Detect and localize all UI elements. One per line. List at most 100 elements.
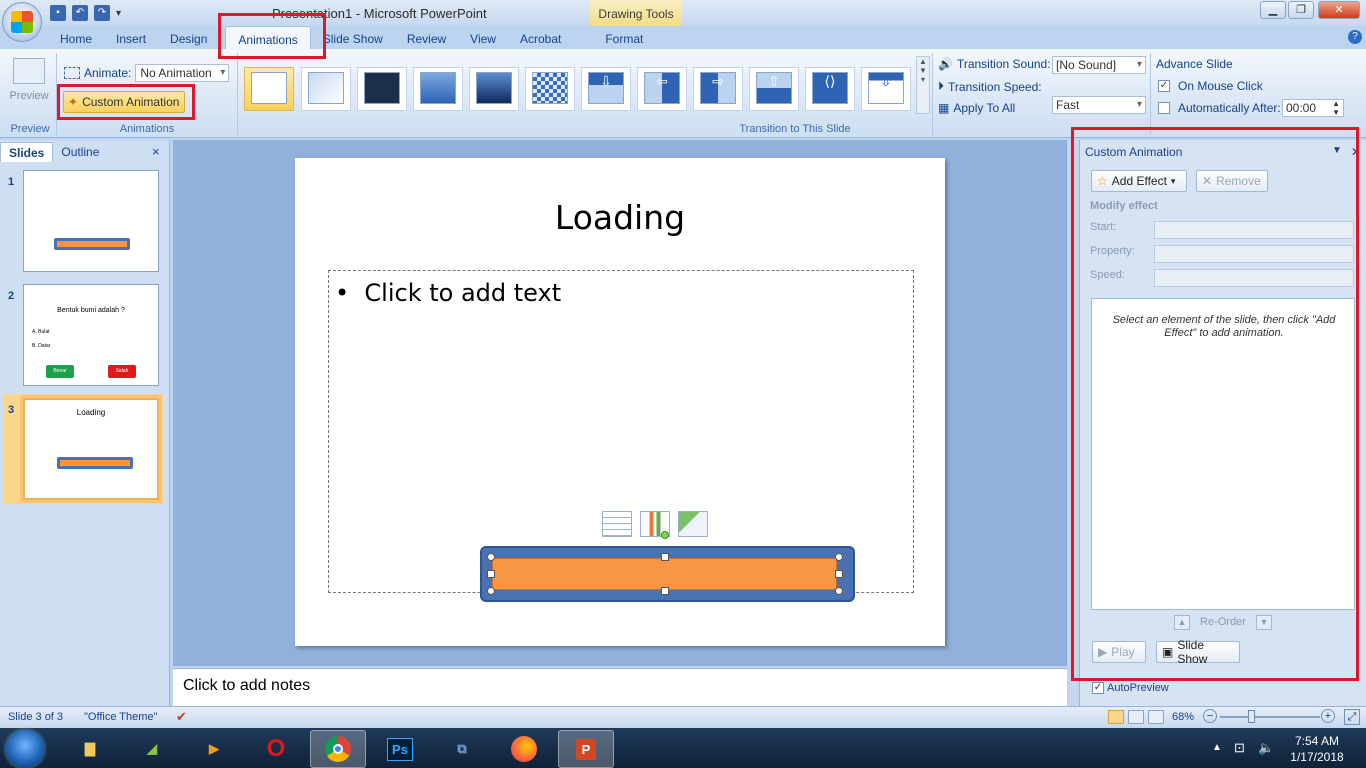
transition-push-down[interactable]: ⇩: [861, 67, 911, 111]
zoom-level[interactable]: 68%: [1172, 711, 1194, 723]
tab-design[interactable]: Design: [158, 26, 219, 50]
tab-review[interactable]: Review: [395, 26, 458, 50]
transition-cut[interactable]: [413, 67, 463, 111]
fit-to-window-icon[interactable]: ⤢: [1344, 709, 1360, 725]
speed-dropdown[interactable]: [1154, 269, 1354, 287]
remove-button[interactable]: ✕ Remove: [1196, 170, 1268, 192]
add-effect-button[interactable]: ☆ Add Effect ▾: [1091, 170, 1187, 192]
tab-slide-show[interactable]: Slide Show: [311, 26, 395, 50]
tab-home[interactable]: Home: [48, 26, 104, 50]
transition-split[interactable]: ⟨⟩: [805, 67, 855, 111]
app-window-icon[interactable]: ⧉: [434, 730, 490, 768]
help-icon[interactable]: ?: [1348, 30, 1362, 44]
redo-icon[interactable]: ↷: [94, 5, 110, 21]
play-button[interactable]: ▶ Play: [1092, 641, 1146, 663]
resize-handle[interactable]: [661, 553, 669, 561]
transition-wipe-right[interactable]: ⇨: [693, 67, 743, 111]
minimize-button[interactable]: ▁: [1260, 1, 1286, 19]
loading-bar-fill-shape[interactable]: [492, 558, 837, 590]
tab-insert[interactable]: Insert: [104, 26, 158, 50]
content-placeholder[interactable]: • Click to add text: [328, 270, 914, 602]
powerpoint-taskbar-icon[interactable]: P: [558, 730, 614, 768]
resize-handle[interactable]: [835, 570, 843, 578]
save-icon[interactable]: ▪: [50, 5, 66, 21]
volume-icon[interactable]: 🔈: [1258, 740, 1274, 756]
system-clock[interactable]: 7:54 AM 1/17/2018: [1282, 733, 1352, 765]
transition-fade-smoothly[interactable]: [301, 67, 351, 111]
customize-qat-icon[interactable]: ▾: [116, 8, 121, 19]
slide-title[interactable]: Loading: [295, 198, 945, 237]
rotation-handle[interactable]: [661, 531, 669, 539]
resize-handle[interactable]: [835, 553, 843, 561]
zoom-in-icon[interactable]: +: [1321, 709, 1335, 723]
transition-cut-black[interactable]: [469, 67, 519, 111]
move-down-icon[interactable]: ▼: [1256, 615, 1272, 630]
start-dropdown[interactable]: [1154, 221, 1354, 239]
tab-outline[interactable]: Outline: [53, 142, 107, 162]
tab-format[interactable]: Format: [593, 26, 655, 50]
normal-view-icon[interactable]: [1108, 710, 1124, 724]
network-icon[interactable]: ⊡: [1234, 740, 1245, 756]
transition-sound-dropdown[interactable]: [No Sound]: [1052, 56, 1146, 74]
pane-splitter[interactable]: [1068, 140, 1080, 706]
tab-animations[interactable]: Animations: [225, 26, 311, 50]
close-button[interactable]: ✕: [1318, 1, 1360, 19]
tab-slides[interactable]: Slides: [0, 142, 54, 162]
preview-button[interactable]: Preview: [6, 56, 52, 114]
transition-wipe-down[interactable]: ⇩: [581, 67, 631, 111]
pane-close-icon[interactable]: ✕: [1351, 145, 1361, 159]
slide-show-view-icon[interactable]: [1148, 710, 1164, 724]
start-button[interactable]: [6, 730, 44, 768]
undo-icon[interactable]: ↶: [72, 5, 88, 21]
slide-canvas[interactable]: Loading • Click to add text: [295, 158, 945, 646]
show-hidden-icons[interactable]: ▲: [1212, 742, 1222, 753]
property-dropdown[interactable]: [1154, 245, 1354, 263]
transition-speed-dropdown[interactable]: Fast: [1052, 96, 1146, 114]
zoom-slider[interactable]: [1220, 716, 1320, 718]
transition-none[interactable]: [244, 67, 294, 111]
transition-dissolve[interactable]: [525, 67, 575, 111]
slide-show-button[interactable]: ▣ Slide Show: [1156, 638, 1240, 666]
media-player-icon[interactable]: ▶: [186, 730, 242, 768]
automatically-after-input[interactable]: 00:00 ▲ ▼: [1282, 99, 1344, 117]
opera-icon[interactable]: O: [248, 730, 304, 768]
animate-dropdown[interactable]: No Animation: [135, 64, 230, 82]
pane-menu-icon[interactable]: ▼: [1332, 145, 1342, 156]
loading-bar-shape[interactable]: [480, 531, 855, 602]
slide-thumbnail-1[interactable]: [23, 170, 159, 272]
resize-handle[interactable]: [661, 587, 669, 595]
zoom-slider-thumb[interactable]: [1248, 710, 1255, 723]
automatically-after-checkbox[interactable]: [1158, 102, 1170, 114]
office-button[interactable]: [2, 2, 42, 42]
transition-wipe-left[interactable]: ⇦: [637, 67, 687, 111]
spell-check-icon[interactable]: ✔: [176, 709, 187, 725]
resize-handle[interactable]: [487, 587, 495, 595]
insert-smartart-icon[interactable]: [678, 511, 708, 537]
on-mouse-click-checkbox[interactable]: ✓: [1158, 80, 1170, 92]
slide-sorter-icon[interactable]: [1128, 710, 1144, 724]
resize-handle[interactable]: [835, 587, 843, 595]
resize-handle[interactable]: [487, 553, 495, 561]
spinner-icon[interactable]: ▲ ▼: [1332, 99, 1340, 117]
panel-close-icon[interactable]: ×: [152, 144, 160, 159]
zoom-out-icon[interactable]: −: [1203, 709, 1217, 723]
resize-handle[interactable]: [487, 570, 495, 578]
apply-to-all-button[interactable]: ▦ Apply To All: [938, 101, 1015, 115]
notes-pane[interactable]: Click to add notes: [173, 668, 1067, 706]
restore-button[interactable]: ❐: [1288, 1, 1314, 19]
app-green-icon[interactable]: ◢: [124, 730, 180, 768]
insert-table-icon[interactable]: [602, 511, 632, 537]
slide-thumbnail-2[interactable]: Bentuk bumi adalah ? A. Bulat B. Datar B…: [23, 284, 159, 386]
file-explorer-icon[interactable]: ▇: [62, 730, 118, 768]
transition-fade-black[interactable]: [357, 67, 407, 111]
autopreview-checkbox[interactable]: ✓: [1092, 682, 1104, 694]
transition-wipe-up[interactable]: ⇧: [749, 67, 799, 111]
tab-view[interactable]: View: [458, 26, 508, 50]
custom-animation-button[interactable]: ✦ Custom Animation: [63, 91, 185, 113]
tab-acrobat[interactable]: Acrobat: [508, 26, 573, 50]
chrome-icon[interactable]: [310, 730, 366, 768]
firefox-icon[interactable]: [496, 730, 552, 768]
photoshop-icon[interactable]: Ps: [372, 730, 428, 768]
transition-gallery-scroll[interactable]: ▲ ▼ ▾: [916, 56, 930, 114]
slide-thumbnail-3[interactable]: Loading: [23, 398, 159, 500]
